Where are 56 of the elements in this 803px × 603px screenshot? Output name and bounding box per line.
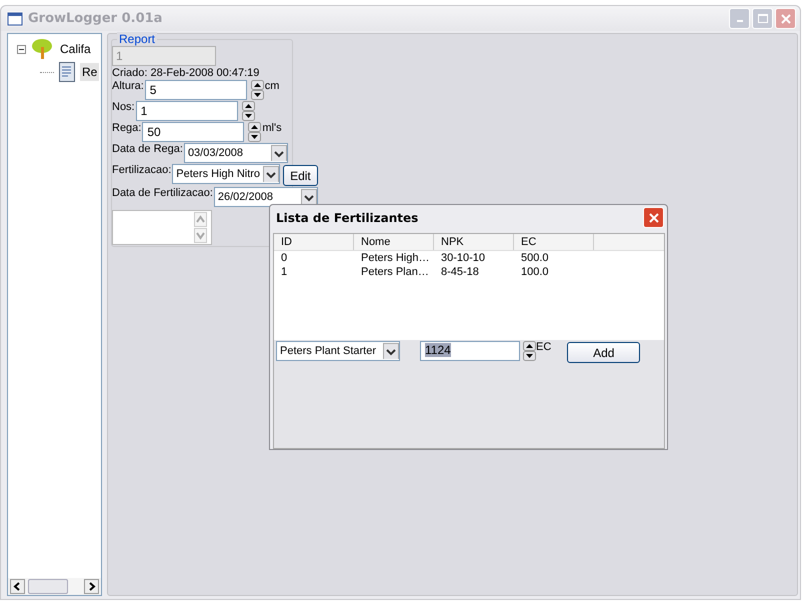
table-cell-text: 100.0	[520, 265, 550, 279]
tree-icon	[31, 38, 53, 60]
chevron-down-icon	[263, 166, 280, 182]
field-label: Rega:	[112, 122, 142, 134]
window-title: GrowLogger 0.01a	[28, 11, 162, 26]
dropdown[interactable]: Peters Plant Starter	[276, 341, 400, 361]
chevron-down-icon	[270, 145, 287, 161]
spinner-icon[interactable]	[523, 341, 536, 361]
column-header[interactable]: Nome	[354, 234, 434, 250]
field-label: Data de Fertilizacao:	[112, 187, 213, 199]
close-icon	[780, 14, 790, 24]
unit-label: ml's	[262, 122, 282, 134]
spinner-icon[interactable]	[250, 80, 264, 100]
field-label: Nos:	[112, 101, 135, 113]
group-title: Report	[117, 32, 158, 46]
number-field[interactable]: 1	[136, 101, 238, 121]
table-cell-text: Peters High…	[360, 251, 430, 265]
collapse-icon[interactable]	[17, 44, 26, 54]
maximize-icon	[758, 14, 768, 23]
table-cell-text: 1	[280, 265, 288, 279]
column-header[interactable]: NPK	[434, 234, 514, 250]
scroll-right-icon[interactable]	[84, 579, 99, 594]
scroll-left-icon[interactable]	[10, 579, 25, 594]
table-cell-text: 0	[280, 251, 288, 265]
dialog-title: Lista de Fertilizantes	[276, 210, 418, 224]
ec-field[interactable]: 1124	[420, 341, 520, 361]
dropdown[interactable]: 26/02/2008	[214, 187, 318, 207]
spinner-icon[interactable]	[242, 101, 255, 121]
dropdown[interactable]: 03/03/2008	[184, 143, 288, 163]
tree-item[interactable]: Califa	[58, 40, 93, 58]
table-cell-text: 8-45-18	[440, 265, 480, 279]
unit-label: cm	[264, 80, 280, 92]
scroll-thumb[interactable]	[28, 579, 68, 594]
dropdown[interactable]: Peters High Nitro	[172, 164, 280, 184]
number-field[interactable]: 50	[142, 122, 244, 142]
column-header[interactable]: ID	[274, 234, 354, 250]
document-icon	[59, 62, 75, 82]
edit-button[interactable]: Edit	[283, 165, 318, 186]
column-header[interactable]: EC	[514, 234, 594, 250]
tree-item[interactable]: Re	[80, 63, 100, 81]
spinner-icon[interactable]	[248, 122, 262, 142]
field-label: Altura:	[112, 80, 144, 92]
close-button[interactable]	[643, 207, 664, 228]
unit-label: EC	[536, 341, 552, 353]
field-label: Data de Rega:	[112, 143, 183, 155]
window-icon	[7, 12, 23, 26]
table-cell-text: Peters Plan…	[360, 265, 430, 279]
number-field[interactable]: 5	[144, 80, 247, 100]
close-icon	[648, 212, 658, 222]
table-cell-text: 500.0	[520, 251, 550, 265]
created-label: Criado: 28-Feb-2008 00:47:19	[112, 67, 260, 79]
table-cell-text: 30-10-10	[440, 251, 486, 265]
horizontal-scrollbar[interactable]	[8, 578, 101, 595]
field-label: Fertilizacao:	[112, 164, 172, 176]
chevron-down-icon	[383, 343, 399, 359]
add-button[interactable]: Add	[567, 342, 640, 363]
